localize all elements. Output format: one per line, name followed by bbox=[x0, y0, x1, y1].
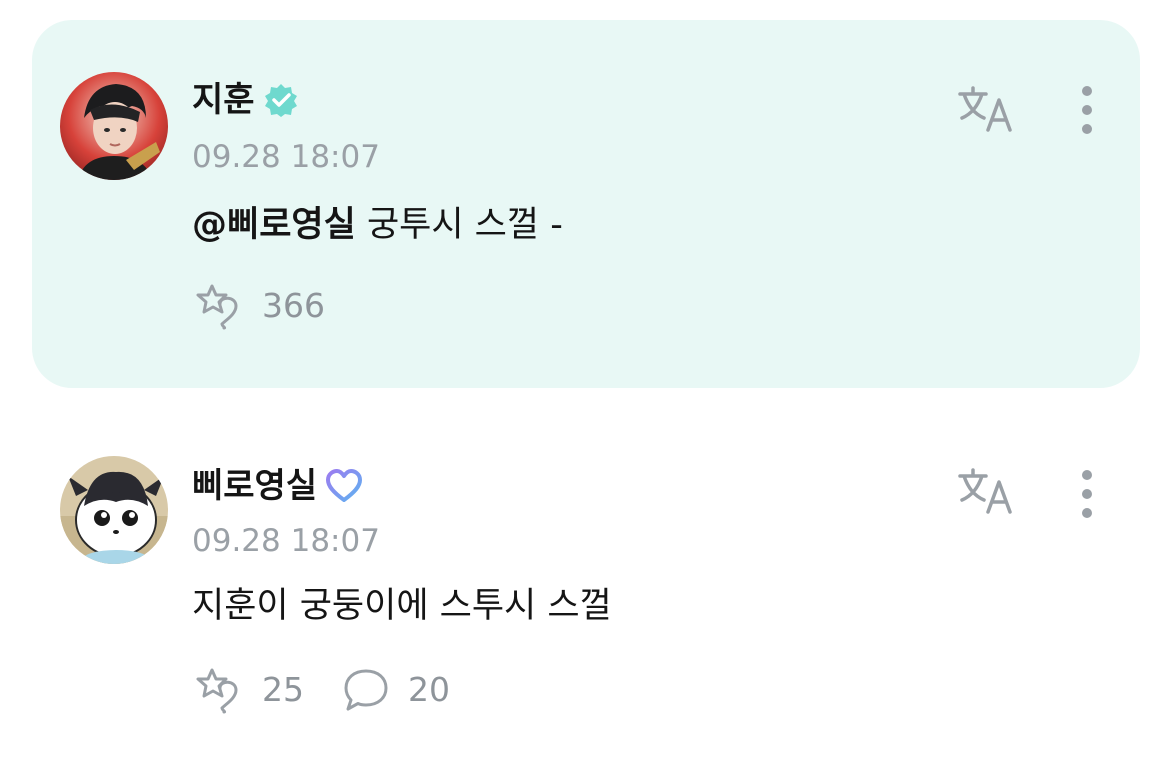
author-row: 삐로영실 bbox=[192, 462, 363, 510]
more-options-button[interactable] bbox=[1070, 82, 1104, 138]
star-heart-icon bbox=[192, 282, 244, 330]
post-timestamp: 09.28 18:07 bbox=[192, 523, 380, 559]
like-button[interactable]: 25 bbox=[192, 666, 304, 714]
translate-button[interactable] bbox=[956, 84, 1016, 136]
comment-button[interactable]: 20 bbox=[342, 667, 450, 713]
comment-thread: 지훈 09.28 18:07 @삐로영실 궁투시 스껄 - 366 삐로영실 0… bbox=[0, 0, 1170, 781]
speech-bubble-icon bbox=[342, 667, 390, 713]
post-actions: 366 bbox=[192, 282, 363, 330]
more-vertical-icon bbox=[1082, 86, 1092, 134]
post-text: 지훈이 궁둥이에 스투시 스껄 bbox=[192, 586, 612, 626]
author-row: 지훈 bbox=[192, 76, 299, 124]
translate-icon bbox=[958, 468, 1012, 514]
post-actions: 25 20 bbox=[192, 666, 488, 714]
post-body: 궁투시 스껄 - bbox=[355, 205, 563, 245]
mention-link[interactable]: @삐로영실 bbox=[192, 205, 356, 245]
verified-check-badge-icon bbox=[263, 82, 299, 118]
like-button[interactable]: 366 bbox=[192, 282, 325, 330]
more-vertical-icon bbox=[1082, 470, 1092, 518]
like-count: 366 bbox=[262, 286, 325, 325]
author-name[interactable]: 지훈 bbox=[192, 76, 255, 124]
post-timestamp: 09.28 18:07 bbox=[192, 139, 380, 175]
heart-outline-badge-icon bbox=[325, 468, 363, 504]
post-text: @삐로영실 궁투시 스껄 - bbox=[192, 200, 563, 250]
avatar-image bbox=[60, 72, 168, 180]
more-options-button[interactable] bbox=[1070, 466, 1104, 522]
avatar[interactable] bbox=[60, 72, 168, 180]
translate-icon bbox=[958, 86, 1012, 132]
reply-post-card: 삐로영실 09.28 18:07 지훈이 궁둥이에 스투시 스껄 25 20 bbox=[32, 430, 1140, 770]
like-count: 25 bbox=[262, 670, 304, 709]
translate-button[interactable] bbox=[956, 466, 1016, 518]
avatar-image bbox=[60, 456, 168, 564]
highlighted-post-card: 지훈 09.28 18:07 @삐로영실 궁투시 스껄 - 366 bbox=[32, 20, 1140, 388]
author-name[interactable]: 삐로영실 bbox=[192, 462, 317, 510]
star-heart-icon bbox=[192, 666, 244, 714]
comment-count: 20 bbox=[408, 670, 450, 709]
avatar[interactable] bbox=[60, 456, 168, 564]
